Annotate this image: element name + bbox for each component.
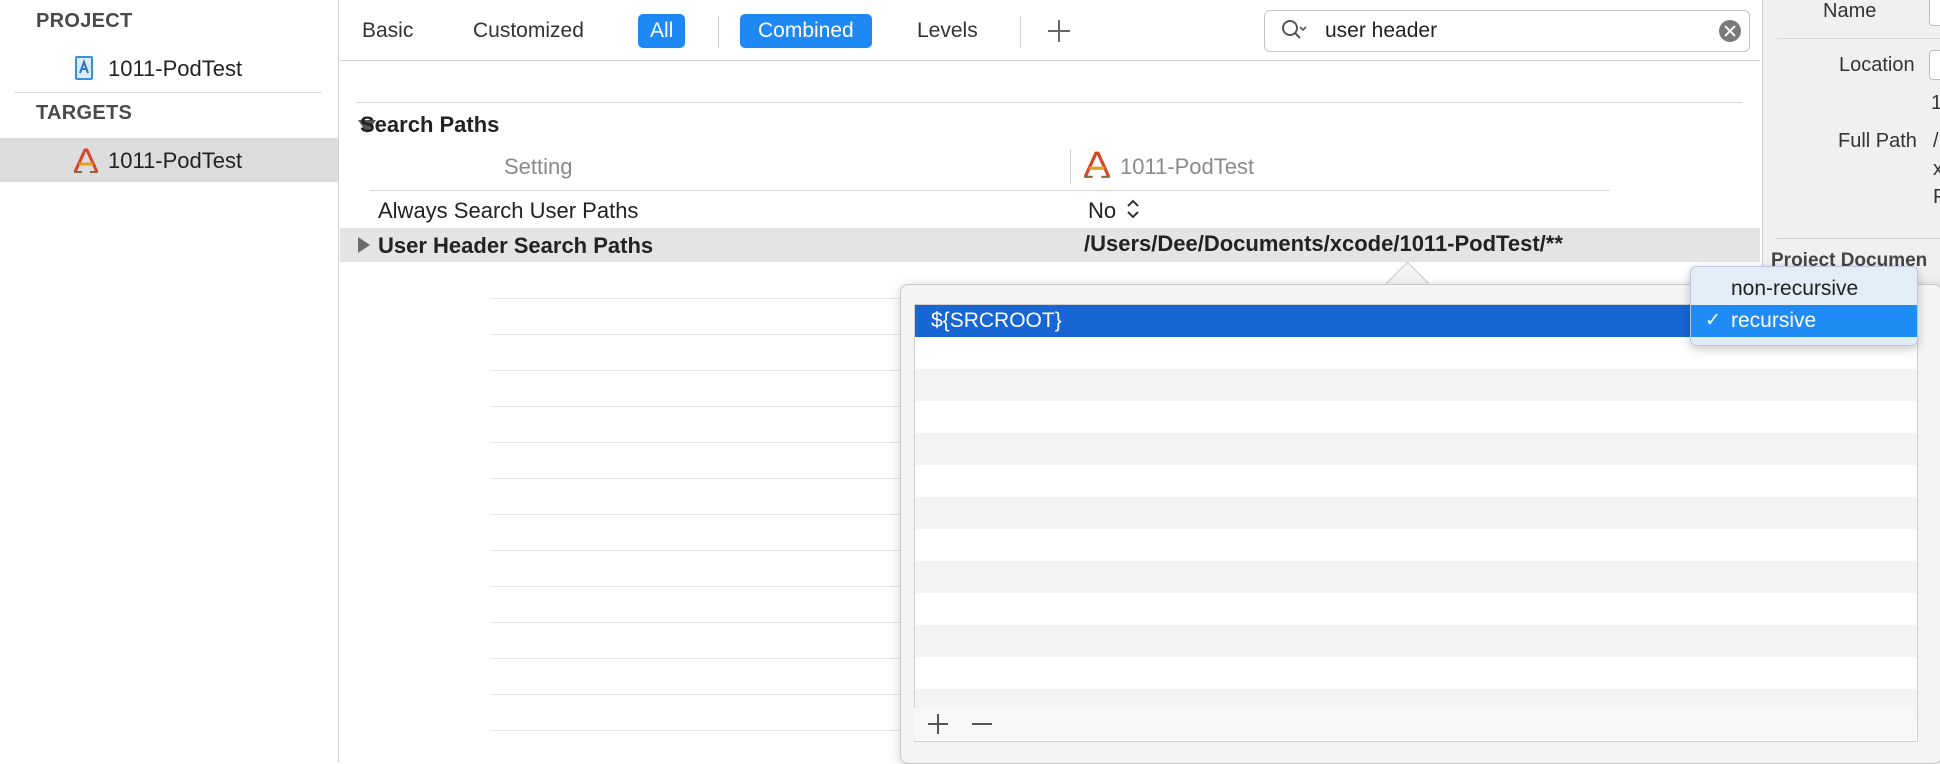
search-paths-list[interactable]: ${SRCROOT} [914,304,1918,742]
checkmark-icon: ✓ [1705,310,1721,331]
path-fragment: 1 [1931,92,1940,115]
full-path-value: / [1933,130,1939,152]
tab-levels[interactable]: Levels [899,14,996,48]
full-path-value: P [1933,186,1940,209]
app-target-icon [72,147,99,173]
menu-item-non-recursive[interactable]: non-recursive [1691,273,1917,305]
divider [356,102,1742,103]
divider [1777,238,1940,239]
divider [1070,150,1071,184]
target-item[interactable]: 1011-PodTest [0,138,338,182]
app-target-icon [1082,150,1112,185]
stepper-icon [1126,198,1140,226]
list-item[interactable] [915,369,1917,401]
full-path-value: x [1933,158,1940,181]
tab-combined[interactable]: Combined [740,14,872,48]
xcodeproj-file-icon [72,55,98,81]
targets-section-header: TARGETS [36,102,133,124]
list-item[interactable] [915,497,1917,529]
project-navigator: PROJECT 1011-PodTest TARGETS 1011-PodTes… [0,0,339,762]
search-field[interactable]: user header [1264,10,1750,52]
search-icon[interactable] [1281,19,1307,43]
list-item[interactable] [915,625,1917,657]
list-item[interactable] [915,561,1917,593]
menu-item-label: non-recursive [1731,277,1859,300]
setting-value[interactable]: /Users/Dee/Documents/xcode/1011-PodTest/… [1084,231,1563,257]
divider [718,16,719,48]
setting-name: User Header Search Paths [378,233,654,258]
filter-bar: Basic Customized All Combined Levels use… [340,0,1760,61]
add-setting-button[interactable] [1040,14,1076,48]
disclosure-triangle-icon[interactable] [358,237,370,253]
divider [370,190,1610,191]
add-path-button[interactable] [926,712,950,736]
menu-item-recursive[interactable]: ✓ recursive [1691,305,1917,337]
setting-value-popup[interactable]: No [1088,198,1140,226]
clear-search-icon[interactable] [1719,20,1741,42]
tab-basic[interactable]: Basic [344,14,431,48]
section-title: Search Paths [360,112,500,137]
path-entry[interactable]: ${SRCROOT} [931,309,1062,333]
full-path-label: Full Path [1838,130,1917,152]
project-item[interactable]: 1011-PodTest [0,46,338,90]
recursion-dropdown-menu[interactable]: non-recursive ✓ recursive [1690,266,1918,346]
target-item-label: 1011-PodTest [108,148,243,173]
name-label: Name [1823,0,1877,22]
tab-customized[interactable]: Customized [455,14,602,48]
divider [14,92,322,93]
location-label: Location [1839,54,1915,76]
location-popup[interactable] [1929,50,1940,80]
popover-footer [914,708,1916,740]
list-item[interactable] [915,433,1917,465]
column-header-target: 1011-PodTest [1120,154,1255,179]
divider [1020,16,1021,48]
remove-path-button[interactable] [970,712,994,736]
menu-item-label: recursive [1731,309,1817,332]
project-section-header: PROJECT [36,10,133,32]
setting-value: No [1088,198,1117,223]
tab-all[interactable]: All [638,14,686,48]
search-input[interactable]: user header [1325,19,1437,43]
column-header-setting: Setting [504,154,573,179]
setting-name: Always Search User Paths [378,198,639,223]
project-item-label: 1011-PodTest [108,56,243,81]
name-field[interactable] [1929,0,1940,26]
divider [1777,38,1940,39]
